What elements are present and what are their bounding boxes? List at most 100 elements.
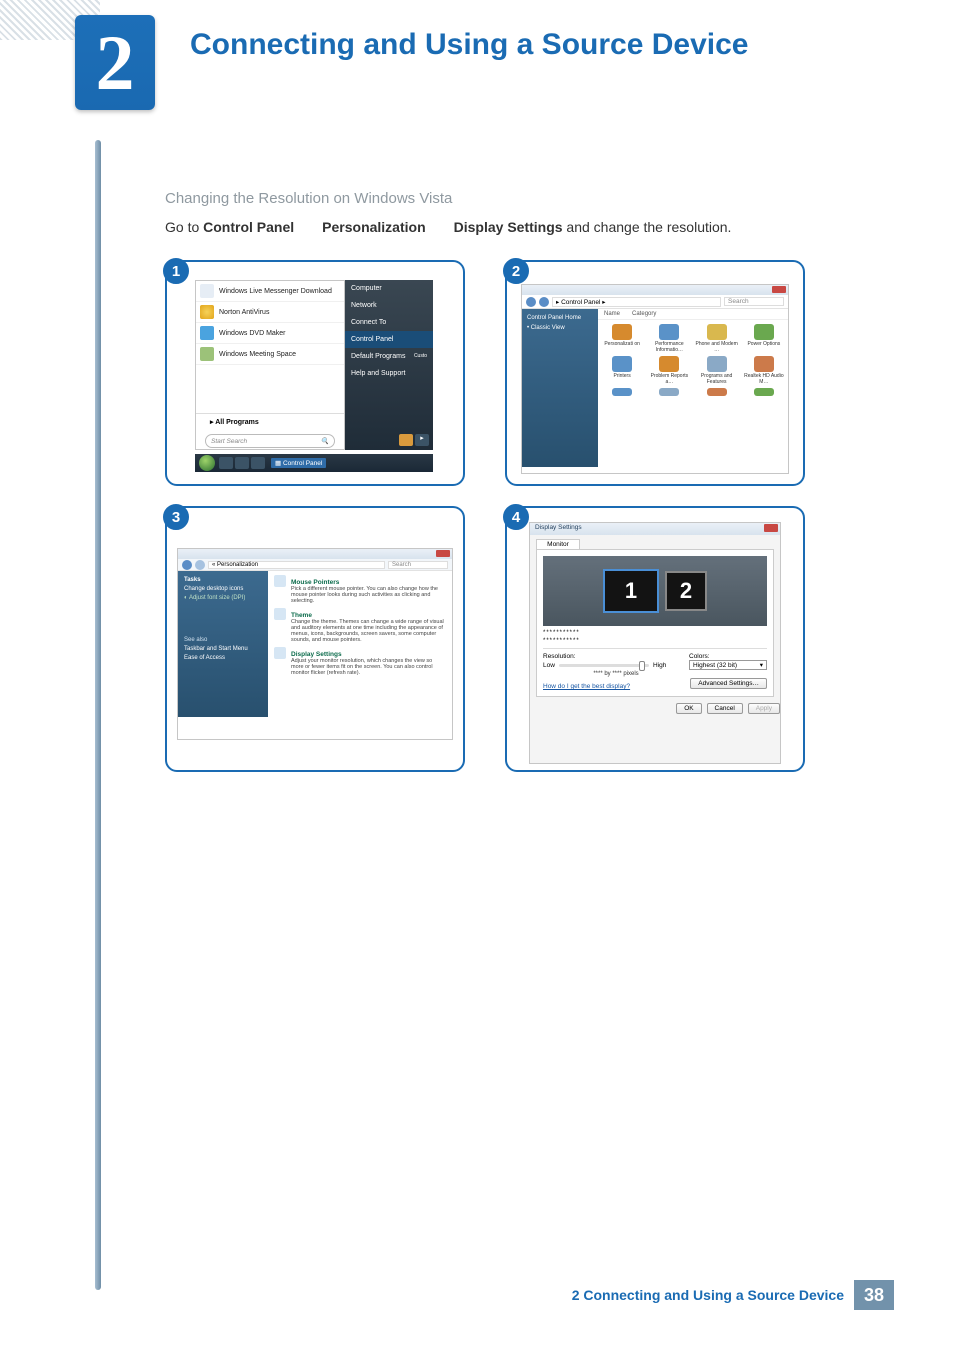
search-input[interactable]: Search bbox=[724, 297, 784, 306]
back-button[interactable] bbox=[182, 560, 192, 570]
instr-pz: Personalization bbox=[322, 219, 425, 235]
sidebar-item-classic-view[interactable]: • Classic View bbox=[527, 325, 593, 331]
panel-step-2: 2 ▸ Control Panel ▸ Search Control Panel… bbox=[505, 260, 805, 486]
taskbar-icon[interactable] bbox=[235, 457, 249, 469]
slider-low: Low bbox=[543, 662, 555, 669]
chapter-number: 2 bbox=[96, 18, 135, 108]
lock-icon[interactable] bbox=[399, 434, 413, 446]
control-panel-item[interactable]: Performance Informatio… bbox=[647, 324, 691, 353]
control-panel-icons: NameCategory Personalizati onPerformance… bbox=[598, 309, 788, 467]
chevron-down-icon: ▾ bbox=[760, 661, 763, 669]
cp-icon bbox=[754, 388, 774, 396]
power-icon[interactable]: ▸ bbox=[415, 434, 429, 446]
monitor-1[interactable]: 1 bbox=[603, 569, 659, 613]
personalization-sidebar: Tasks Change desktop icons ◐ Adjust font… bbox=[178, 571, 268, 717]
footer-text: 2 Connecting and Using a Source Device bbox=[572, 1287, 844, 1303]
sidebar-item[interactable]: Change desktop icons bbox=[184, 586, 262, 592]
pz-section-link[interactable]: Mouse Pointers bbox=[291, 579, 446, 586]
sidebar-item[interactable]: Taskbar and Start Menu bbox=[184, 646, 262, 652]
cp-label: Performance Informatio… bbox=[647, 341, 691, 353]
step-badge-4: 4 bbox=[503, 504, 529, 530]
advanced-settings-button[interactable]: Advanced Settings… bbox=[690, 678, 767, 689]
taskbar-icon[interactable] bbox=[251, 457, 265, 469]
cp-label: Programs and Features bbox=[695, 373, 739, 385]
control-panel-item[interactable]: Programs and Features bbox=[695, 356, 739, 385]
close-icon[interactable] bbox=[764, 524, 778, 532]
chapter-title: Connecting and Using a Source Device bbox=[190, 28, 748, 62]
control-panel-item[interactable]: Realtek HD Audio M… bbox=[742, 356, 786, 385]
meeting-icon bbox=[200, 347, 214, 361]
sm-r-item[interactable]: Computer bbox=[345, 280, 433, 297]
cp-icon bbox=[612, 356, 632, 372]
forward-button[interactable] bbox=[195, 560, 205, 570]
control-panel-item[interactable]: Problem Reports a… bbox=[647, 356, 691, 385]
monitor-tab[interactable]: Monitor bbox=[536, 539, 580, 549]
sm-r-item[interactable]: Default ProgramsCusto bbox=[345, 348, 433, 365]
control-panel-item[interactable] bbox=[695, 388, 739, 397]
search-input[interactable]: Search bbox=[388, 561, 448, 569]
placeholder-text: *********** bbox=[543, 638, 767, 644]
close-icon[interactable] bbox=[436, 550, 450, 557]
msn-icon bbox=[200, 284, 214, 298]
taskbar: ▦ Control Panel bbox=[195, 454, 433, 472]
all-programs[interactable]: ▸ All Programs bbox=[196, 413, 344, 430]
pz-section-desc: Change the theme. Themes can change a wi… bbox=[291, 619, 446, 643]
display-settings-window: Display Settings Monitor 1 2 ***********… bbox=[529, 522, 781, 764]
control-panel-item[interactable] bbox=[600, 388, 644, 397]
control-panel-window: ▸ Control Panel ▸ Search Control Panel H… bbox=[521, 284, 789, 474]
cancel-button[interactable]: Cancel bbox=[707, 703, 743, 714]
sm-r-item[interactable]: Network bbox=[345, 297, 433, 314]
control-panel-item[interactable]: Power Options bbox=[742, 324, 786, 353]
sidebar-item[interactable]: Control Panel Home bbox=[527, 315, 593, 321]
ok-button[interactable]: OK bbox=[676, 703, 701, 714]
sidebar-item[interactable]: Ease of Access bbox=[184, 655, 262, 661]
instr-prefix: Go to bbox=[165, 219, 203, 235]
monitor-2[interactable]: 2 bbox=[665, 571, 707, 611]
close-icon[interactable] bbox=[772, 286, 786, 293]
start-menu-screenshot: Windows Live Messenger Download Norton A… bbox=[177, 280, 453, 470]
see-also: See also bbox=[184, 637, 262, 643]
panel-step-1: 1 Windows Live Messenger Download Norton… bbox=[165, 260, 465, 486]
search-icon: 🔍 bbox=[321, 437, 329, 445]
control-panel-item[interactable] bbox=[742, 388, 786, 397]
chapter-badge: 2 bbox=[75, 15, 155, 110]
control-panel-item[interactable]: Personalizati on bbox=[600, 324, 644, 353]
taskbar-icon[interactable] bbox=[219, 457, 233, 469]
start-menu-right: Computer Network Connect To Control Pane… bbox=[345, 280, 433, 450]
dvd-icon bbox=[200, 326, 214, 340]
sm-r-item[interactable]: Connect To bbox=[345, 314, 433, 331]
control-panel-item[interactable] bbox=[647, 388, 691, 397]
panel-step-4: 4 Display Settings Monitor 1 2 *********… bbox=[505, 506, 805, 772]
breadcrumb[interactable]: ▸ Control Panel ▸ bbox=[552, 297, 721, 307]
address-bar: « Personalization Search bbox=[178, 559, 452, 571]
cp-icon bbox=[754, 324, 774, 340]
window-titlebar bbox=[522, 285, 788, 295]
breadcrumb[interactable]: « Personalization bbox=[208, 561, 385, 569]
sm-r-control-panel[interactable]: Control Panel bbox=[345, 331, 433, 348]
control-panel-item[interactable]: Printers bbox=[600, 356, 644, 385]
taskbar-control-panel[interactable]: ▦ Control Panel bbox=[271, 458, 326, 468]
cp-icon bbox=[612, 388, 632, 396]
cp-icon bbox=[707, 356, 727, 372]
monitor-preview: 1 2 bbox=[543, 556, 767, 626]
pz-section-link[interactable]: Theme bbox=[291, 612, 446, 619]
separator bbox=[543, 648, 767, 649]
start-orb-icon[interactable] bbox=[199, 455, 215, 471]
resolution-slider[interactable]: Low High bbox=[543, 662, 689, 669]
pz-section-link[interactable]: Display Settings bbox=[291, 651, 446, 658]
resolution-value: **** by **** pixels bbox=[543, 671, 689, 677]
sm-r-item[interactable]: Help and Support bbox=[345, 365, 433, 382]
window-titlebar: Display Settings bbox=[530, 523, 780, 535]
help-link[interactable]: How do I get the best display? bbox=[543, 683, 630, 690]
colors-select[interactable]: Highest (32 bit)▾ bbox=[689, 660, 767, 670]
back-button[interactable] bbox=[526, 297, 536, 307]
pz-section-icon bbox=[274, 608, 286, 620]
apply-button[interactable]: Apply bbox=[748, 703, 780, 714]
sidebar-item[interactable]: ◐ Adjust font size (DPI) bbox=[184, 595, 262, 601]
control-panel-item[interactable]: Phone and Modem … bbox=[695, 324, 739, 353]
personalization-window: « Personalization Search Tasks Change de… bbox=[177, 548, 453, 740]
start-search[interactable]: Start Search🔍 bbox=[205, 434, 335, 448]
forward-button[interactable] bbox=[539, 297, 549, 307]
cp-icon bbox=[659, 324, 679, 340]
pz-section-desc: Adjust your monitor resolution, which ch… bbox=[291, 658, 446, 676]
